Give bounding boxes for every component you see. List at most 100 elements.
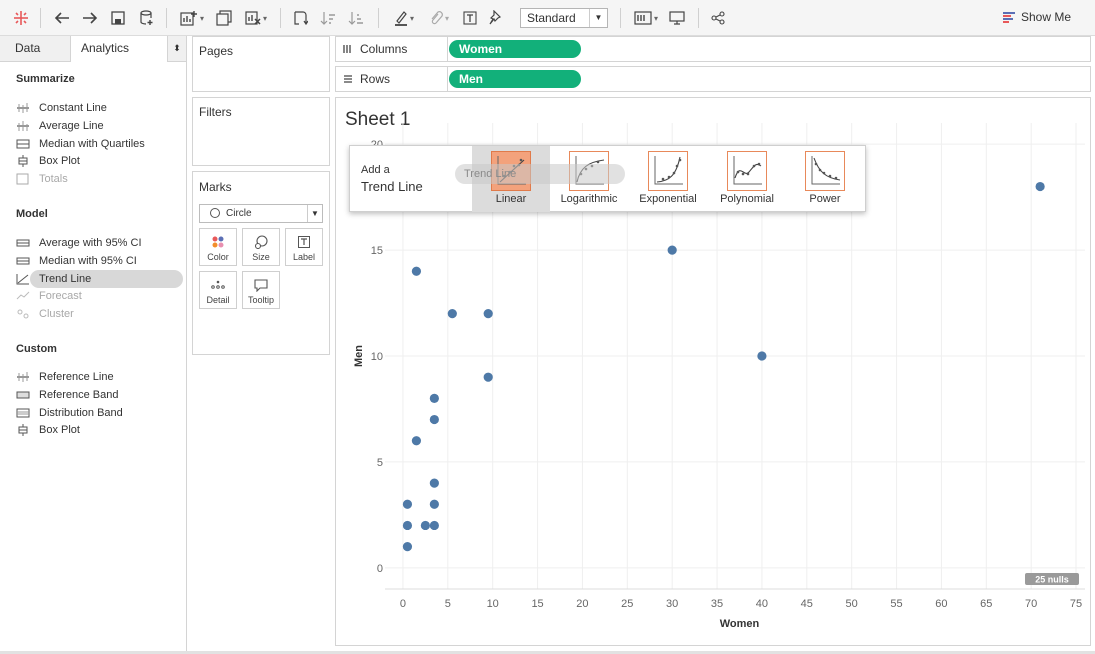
- x-tick-label: 70: [1025, 598, 1037, 610]
- x-tick-label: 15: [531, 598, 543, 610]
- analytics-item-reference-line[interactable]: Reference Line: [16, 368, 114, 386]
- x-tick-label: 55: [890, 598, 902, 610]
- columns-pill-women[interactable]: Women: [449, 40, 581, 58]
- analytics-item-label: Reference Line: [39, 371, 114, 383]
- analytics-item-box-plot[interactable]: Box Plot: [16, 421, 80, 439]
- pages-card[interactable]: Pages: [192, 36, 330, 92]
- data-point: [757, 351, 767, 361]
- x-tick-label: 5: [445, 598, 451, 610]
- swap-rows-columns-icon[interactable]: [290, 7, 310, 29]
- highlight-icon[interactable]: ▾: [390, 7, 418, 29]
- analytics-item-label: Constant Line: [39, 102, 107, 114]
- analytics-item-totals: Totals: [16, 170, 68, 188]
- section-custom: Custom: [16, 343, 57, 355]
- presentation-mode-icon[interactable]: [667, 7, 687, 29]
- data-point: [483, 372, 493, 382]
- size-label: Size: [252, 252, 270, 262]
- x-tick-label: 25: [621, 598, 633, 610]
- analytics-item-average-with-95-ci[interactable]: Average with 95% CI: [16, 234, 142, 252]
- new-data-source-icon[interactable]: [136, 7, 158, 29]
- rows-pill-men[interactable]: Men: [449, 70, 581, 88]
- fit-dropdown[interactable]: Standard ▼: [520, 8, 608, 28]
- detail-label: Detail: [206, 295, 230, 305]
- popup-trend-label: Trend Line: [361, 179, 423, 194]
- tab-data[interactable]: Data: [0, 36, 70, 62]
- data-point: [411, 436, 422, 446]
- new-worksheet-icon[interactable]: ▾: [176, 7, 208, 29]
- size-icon: [243, 232, 279, 252]
- filters-title: Filters: [199, 105, 232, 119]
- constant-line-icon: [16, 102, 30, 114]
- analytics-item-label: Average Line: [39, 119, 104, 132]
- show-cards-icon[interactable]: ▾: [630, 7, 662, 29]
- median-ci-icon: [16, 255, 30, 267]
- columns-shelf-label: Columns: [343, 42, 407, 56]
- tooltip-label: Tooltip: [247, 295, 274, 305]
- box-plot-icon: [16, 155, 30, 168]
- show-me-icon: [1002, 11, 1015, 23]
- chevron-down-icon: ▼: [589, 9, 607, 27]
- detail-button[interactable]: Detail: [199, 271, 237, 309]
- tooltip-button[interactable]: Tooltip: [242, 271, 280, 309]
- chevron-down-icon: ▼: [307, 205, 322, 222]
- x-tick-label: 30: [666, 598, 678, 610]
- reference-line-icon: [16, 371, 30, 383]
- analytics-item-constant-line[interactable]: Constant Line: [16, 99, 107, 117]
- analytics-item-trend-line[interactable]: Trend Line: [30, 269, 183, 288]
- analytics-item-average-line[interactable]: Average Line: [16, 117, 104, 135]
- nulls-badge-label: 25 nulls: [1035, 575, 1069, 585]
- analytics-item-forecast: Forecast: [16, 287, 82, 305]
- sort-descending-icon[interactable]: [346, 7, 366, 29]
- x-tick-label: 50: [846, 598, 858, 610]
- detail-icon: [200, 275, 236, 295]
- rows-shelf[interactable]: Rows Men: [335, 66, 1091, 92]
- analytics-item-reference-band[interactable]: Reference Band: [16, 386, 119, 404]
- analytics-item-label: Box Plot: [39, 424, 80, 437]
- label-button[interactable]: Label: [285, 228, 323, 266]
- analytics-item-median-with-quartiles[interactable]: Median with Quartiles: [16, 135, 145, 153]
- pane-menu-icon[interactable]: ⬍: [168, 36, 186, 62]
- trend-option-polynomial[interactable]: Polynomial: [708, 146, 786, 212]
- analytics-item-label: Forecast: [39, 290, 82, 303]
- analytics-item-label: Reference Band: [39, 388, 119, 401]
- analytics-item-median-with-95-ci[interactable]: Median with 95% CI: [16, 252, 137, 270]
- show-me-label: Show Me: [1020, 10, 1071, 24]
- data-point: [429, 414, 439, 425]
- circle-mark-icon: [210, 208, 220, 218]
- polynomial-trend-icon: [727, 151, 767, 191]
- show-me-button[interactable]: Show Me: [1002, 10, 1071, 24]
- x-tick-label: 45: [801, 598, 813, 610]
- tab-analytics[interactable]: Analytics: [70, 36, 168, 62]
- mark-type-dropdown[interactable]: Circle ▼: [199, 204, 323, 223]
- data-point: [483, 309, 493, 319]
- analytics-item-box-plot[interactable]: Box Plot: [16, 152, 80, 170]
- redo-icon[interactable]: [80, 7, 100, 29]
- save-icon[interactable]: [108, 7, 128, 29]
- filters-card[interactable]: Filters: [192, 97, 330, 166]
- y-tick-label: 15: [371, 245, 383, 257]
- mark-type-value: Circle: [226, 208, 252, 219]
- share-icon[interactable]: [708, 7, 728, 29]
- analytics-item-distribution-band[interactable]: Distribution Band: [16, 404, 123, 422]
- sort-ascending-icon[interactable]: [318, 7, 338, 29]
- size-button[interactable]: Size: [242, 228, 280, 266]
- clear-sheet-icon[interactable]: ▾: [240, 7, 272, 29]
- color-button[interactable]: Color: [199, 228, 237, 266]
- group-members-icon[interactable]: ▾: [423, 7, 455, 29]
- rows-shelf-label: Rows: [343, 72, 390, 86]
- tableau-logo-icon[interactable]: [10, 7, 32, 29]
- trend-option-exponential[interactable]: Exponential: [629, 146, 707, 212]
- columns-shelf[interactable]: Columns Women: [335, 36, 1091, 62]
- show-mark-labels-icon[interactable]: [460, 7, 480, 29]
- x-tick-label: 10: [487, 598, 499, 610]
- columns-icon: [343, 45, 351, 53]
- linear-label: Linear: [495, 193, 527, 205]
- analytics-item-label: Median with Quartiles: [39, 137, 145, 150]
- data-point: [402, 542, 413, 552]
- fix-axes-icon[interactable]: [486, 7, 506, 29]
- y-tick-label: 5: [377, 457, 383, 469]
- trend-option-power[interactable]: Power: [786, 146, 864, 212]
- undo-icon[interactable]: [52, 7, 72, 29]
- section-summarize: Summarize: [16, 73, 75, 85]
- duplicate-sheet-icon[interactable]: [213, 7, 235, 29]
